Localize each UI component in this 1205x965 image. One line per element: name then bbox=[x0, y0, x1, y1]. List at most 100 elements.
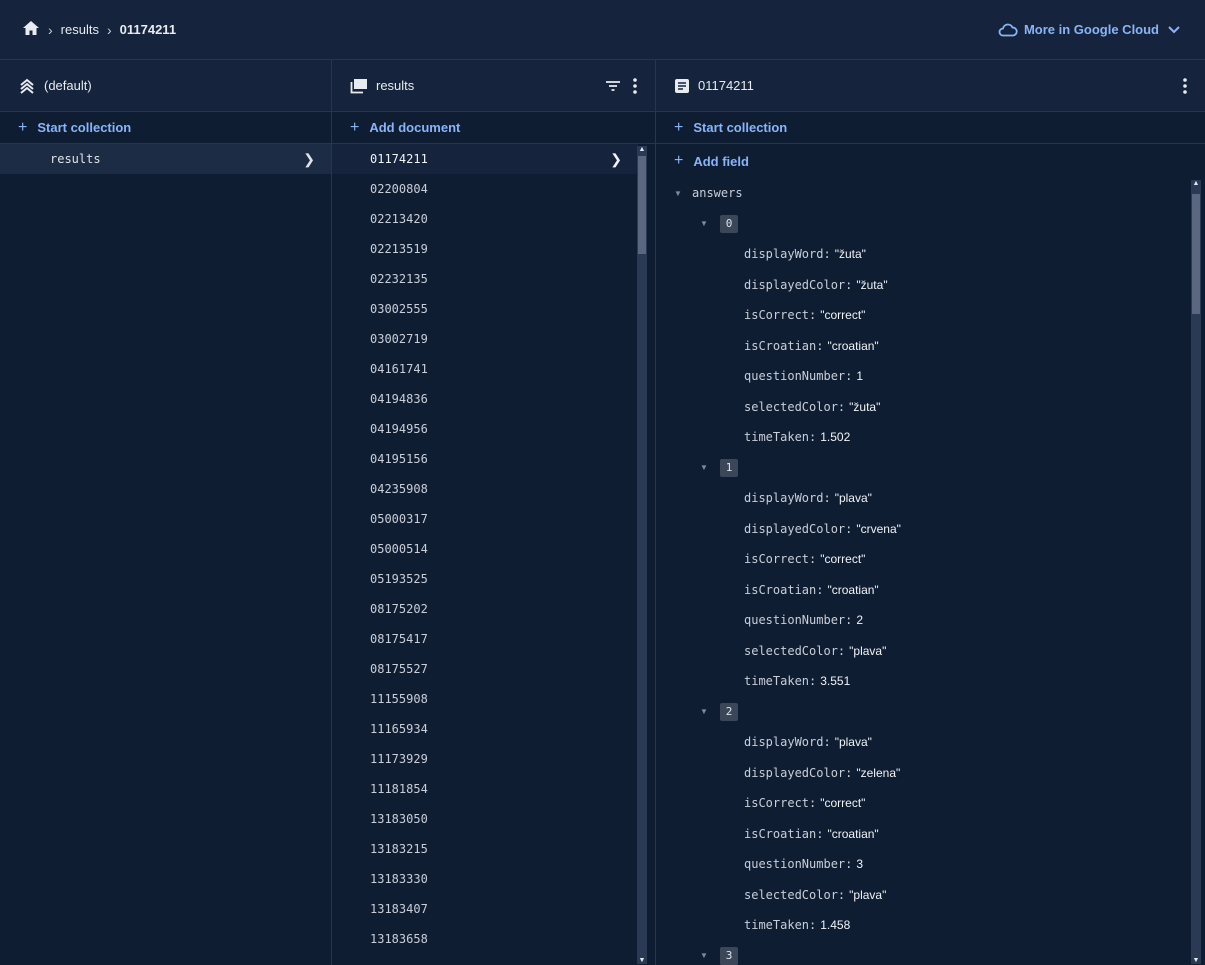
array-index-badge: 3 bbox=[720, 946, 738, 965]
collapse-arrow-icon[interactable]: ▼ bbox=[700, 951, 712, 960]
add-document-button[interactable]: + Add document bbox=[332, 112, 655, 144]
field-row-answers[interactable]: ▼ answers bbox=[656, 178, 1186, 209]
document-item[interactable]: 02213420 bbox=[332, 204, 638, 234]
collection-item-results[interactable]: results ❯ bbox=[0, 144, 331, 174]
document-item[interactable]: 08175527 bbox=[332, 654, 638, 684]
field-key: displayedColor: bbox=[744, 521, 853, 536]
answers-array: ▼ 0 displayWord: "žuta" displayedColor: "žuta… bbox=[656, 209, 1186, 965]
document-item[interactable]: 03002555 bbox=[332, 294, 638, 324]
document-item[interactable]: 01174211 ❯ bbox=[332, 144, 638, 174]
scroll-up-icon[interactable]: ▲ bbox=[1192, 180, 1200, 187]
document-panel: 01174211 + Start collection + Add field … bbox=[656, 60, 1205, 965]
field-row[interactable]: isCorrect: "correct" bbox=[656, 300, 1186, 331]
field-row[interactable]: timeTaken: 1.502 bbox=[656, 422, 1186, 453]
document-item[interactable]: 04161741 bbox=[332, 354, 638, 384]
scroll-up-icon[interactable]: ▲ bbox=[638, 146, 646, 153]
field-row[interactable]: questionNumber: 1 bbox=[656, 361, 1186, 392]
field-row[interactable]: displayWord: "plava" bbox=[656, 483, 1186, 514]
scrollbar-thumb[interactable] bbox=[638, 156, 646, 254]
field-row[interactable]: displayedColor: "zelena" bbox=[656, 758, 1186, 789]
document-item[interactable]: 05000514 bbox=[332, 534, 638, 564]
document-id: 13183658 bbox=[370, 932, 428, 946]
document-item[interactable]: 11155908 bbox=[332, 684, 638, 714]
collection-panel-header: results bbox=[332, 60, 655, 112]
field-row[interactable]: questionNumber: 2 bbox=[656, 605, 1186, 636]
top-bar: › results › 01174211 More in Google Clou… bbox=[0, 0, 1205, 60]
field-row[interactable]: selectedColor: "žuta" bbox=[656, 392, 1186, 423]
field-row[interactable]: displayedColor: "crvena" bbox=[656, 514, 1186, 545]
document-item[interactable]: 13183330 bbox=[332, 864, 638, 894]
field-row[interactable]: isCorrect: "correct" bbox=[656, 544, 1186, 575]
field-row[interactable]: timeTaken: 3.551 bbox=[656, 666, 1186, 697]
document-item[interactable]: 05193525 bbox=[332, 564, 638, 594]
field-value: "crvena" bbox=[856, 521, 901, 536]
field-row[interactable]: selectedColor: "plava" bbox=[656, 636, 1186, 667]
more-vert-icon[interactable] bbox=[633, 77, 637, 94]
document-item[interactable]: 13183215 bbox=[332, 834, 638, 864]
document-item[interactable]: 04194956 bbox=[332, 414, 638, 444]
document-item[interactable]: 11165934 bbox=[332, 714, 638, 744]
scrollbar-thumb[interactable] bbox=[1192, 194, 1200, 314]
array-index-row[interactable]: ▼ 1 bbox=[656, 453, 1186, 484]
document-item[interactable]: 03002719 bbox=[332, 324, 638, 354]
document-item[interactable]: 04194836 bbox=[332, 384, 638, 414]
field-row[interactable]: isCroatian: "croatian" bbox=[656, 819, 1186, 850]
field-key: questionNumber: bbox=[744, 613, 853, 628]
collapse-arrow-icon[interactable]: ▼ bbox=[700, 463, 712, 472]
document-list-scrollbar[interactable]: ▲ ▼ bbox=[637, 146, 647, 964]
document-id: 05000514 bbox=[370, 542, 428, 556]
document-item[interactable]: 04235908 bbox=[332, 474, 638, 504]
document-item[interactable]: 08175417 bbox=[332, 624, 638, 654]
home-icon[interactable] bbox=[22, 20, 40, 39]
document-item[interactable]: 08175202 bbox=[332, 594, 638, 624]
field-row[interactable]: selectedColor: "plava" bbox=[656, 880, 1186, 911]
field-row[interactable]: displayWord: "plava" bbox=[656, 727, 1186, 758]
scroll-down-icon[interactable]: ▼ bbox=[1192, 957, 1200, 964]
breadcrumb-item-document[interactable]: 01174211 bbox=[120, 22, 176, 37]
more-vert-icon[interactable] bbox=[1183, 77, 1187, 94]
breadcrumb-item-results[interactable]: results bbox=[61, 22, 99, 37]
field-key: selectedColor: bbox=[744, 643, 846, 658]
more-in-google-cloud-button[interactable]: More in Google Cloud bbox=[998, 22, 1183, 37]
document-item[interactable]: 04195156 bbox=[332, 444, 638, 474]
document-item[interactable]: 02200804 bbox=[332, 174, 638, 204]
document-title: 01174211 bbox=[698, 78, 754, 93]
field-tree-scrollbar[interactable]: ▲ ▼ bbox=[1191, 180, 1201, 964]
array-index-row[interactable]: ▼ 0 bbox=[656, 209, 1186, 240]
document-id: 01174211 bbox=[370, 152, 428, 166]
document-item[interactable]: 11173929 bbox=[332, 744, 638, 774]
document-item[interactable]: 11181854 bbox=[332, 774, 638, 804]
collapse-arrow-icon[interactable]: ▼ bbox=[700, 707, 712, 716]
scroll-down-icon[interactable]: ▼ bbox=[638, 957, 646, 964]
array-index-badge: 0 bbox=[720, 214, 738, 233]
document-id: 13183215 bbox=[370, 842, 428, 856]
field-row[interactable]: displayWord: "žuta" bbox=[656, 239, 1186, 270]
document-id: 11181854 bbox=[370, 782, 428, 796]
array-index-row[interactable]: ▼ 2 bbox=[656, 697, 1186, 728]
document-item[interactable]: 13183050 bbox=[332, 804, 638, 834]
field-key: displayWord: bbox=[744, 247, 831, 262]
field-row[interactable]: questionNumber: 3 bbox=[656, 849, 1186, 880]
collapse-arrow-icon[interactable]: ▼ bbox=[700, 219, 712, 228]
chevron-right-icon: ❯ bbox=[303, 150, 315, 167]
add-field-button[interactable]: + Add field bbox=[656, 144, 1186, 178]
field-value: "croatian" bbox=[827, 582, 879, 597]
field-key: displayedColor: bbox=[744, 277, 853, 292]
field-row[interactable]: displayedColor: "žuta" bbox=[656, 270, 1186, 301]
filter-icon[interactable] bbox=[605, 80, 621, 92]
field-row[interactable]: timeTaken: 1.458 bbox=[656, 910, 1186, 941]
document-item[interactable]: 05000317 bbox=[332, 504, 638, 534]
start-collection-button[interactable]: + Start collection bbox=[0, 112, 331, 144]
document-item[interactable]: 02232135 bbox=[332, 264, 638, 294]
field-row[interactable]: isCorrect: "correct" bbox=[656, 788, 1186, 819]
document-item[interactable]: 02213519 bbox=[332, 234, 638, 264]
field-row[interactable]: isCroatian: "croatian" bbox=[656, 575, 1186, 606]
document-item[interactable]: 13183658 bbox=[332, 924, 638, 954]
field-key: timeTaken: bbox=[744, 674, 817, 689]
document-item[interactable]: 13183407 bbox=[332, 894, 638, 924]
array-index-row[interactable]: ▼ 3 bbox=[656, 941, 1186, 965]
start-subcollection-button[interactable]: + Start collection bbox=[656, 112, 1205, 144]
plus-icon: + bbox=[674, 152, 684, 169]
collapse-arrow-icon[interactable]: ▼ bbox=[674, 189, 686, 198]
field-row[interactable]: isCroatian: "croatian" bbox=[656, 331, 1186, 362]
